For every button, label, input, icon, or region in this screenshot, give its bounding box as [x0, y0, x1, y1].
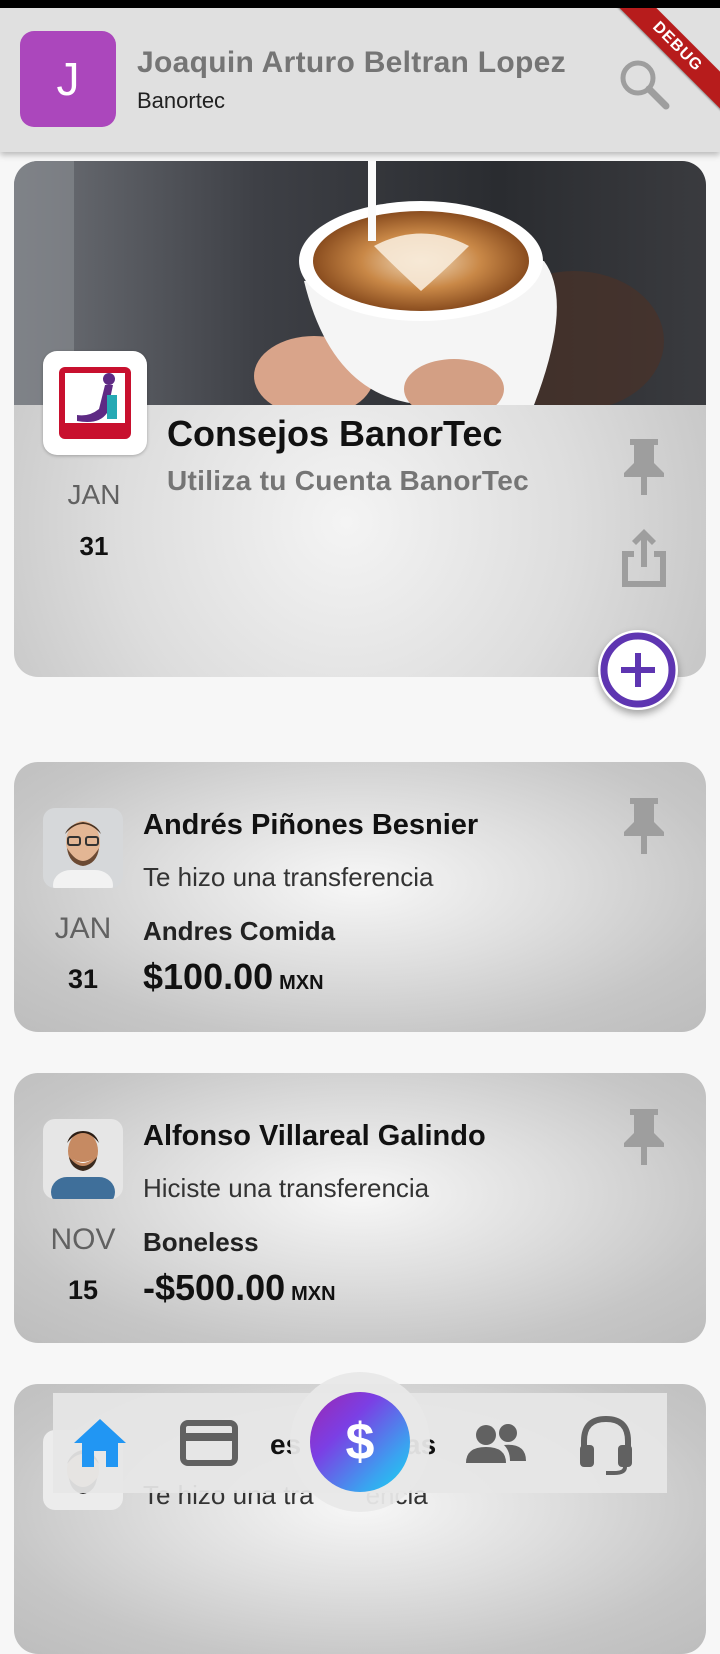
pin-icon	[624, 1109, 664, 1165]
promo-month: JAN	[67, 479, 121, 510]
nav-home[interactable]	[70, 1413, 130, 1473]
dollar-icon: $	[346, 1413, 375, 1471]
search-button[interactable]	[614, 54, 674, 114]
contact-photo	[43, 1119, 123, 1199]
promo-title: Consejos BanorTec	[167, 413, 503, 454]
search-icon	[620, 60, 670, 110]
promo-card[interactable]: Consejos BanorTec Utiliza tu Cuenta Bano…	[14, 161, 706, 677]
banorte-logo-icon	[59, 367, 131, 439]
add-icon	[600, 632, 676, 708]
people-icon	[466, 1424, 526, 1463]
transaction-card[interactable]: Alfonso Villareal Galindo Hiciste una tr…	[14, 1073, 706, 1343]
svg-text:$: $	[346, 1413, 375, 1471]
payments-button[interactable]: $	[310, 1392, 410, 1492]
amount-value: -$500.00	[143, 1267, 286, 1308]
avatar[interactable]: J	[20, 31, 116, 127]
app-bar: J Joaquin Arturo Beltran Lopez Banortec …	[0, 8, 720, 152]
nav-support[interactable]	[576, 1413, 636, 1475]
card-icon	[180, 1420, 238, 1466]
pin-button[interactable]	[622, 1107, 666, 1167]
transaction-action: Te hizo una transferencia	[143, 862, 434, 892]
contact-photo	[43, 808, 123, 888]
transaction-amount: $100.00 MXN	[143, 956, 324, 998]
transaction-action: Hiciste una transferencia	[143, 1173, 430, 1203]
transaction-month: JAN	[54, 912, 112, 945]
headset-icon	[580, 1415, 632, 1475]
transaction-day: 31	[67, 964, 99, 994]
transaction-concept: Andres Comida	[143, 916, 336, 946]
share-button[interactable]	[620, 527, 668, 589]
avatar-letter: J	[56, 53, 80, 105]
nav-cards[interactable]	[179, 1413, 239, 1473]
promo-day: 31	[79, 531, 109, 561]
transaction-day: 15	[67, 1275, 99, 1305]
contact-name: Andrés Piñones Besnier	[143, 809, 479, 841]
currency-code: MXN	[279, 972, 324, 994]
user-name: Joaquin Arturo Beltran Lopez	[137, 46, 566, 79]
transaction-card[interactable]: Andrés Piñones Besnier Te hizo una trans…	[14, 762, 706, 1032]
currency-code: MXN	[291, 1283, 336, 1305]
add-button[interactable]	[598, 630, 678, 710]
status-bar	[0, 0, 720, 8]
org-name: Banortec	[137, 88, 226, 113]
transaction-amount: -$500.00 MXN	[143, 1267, 336, 1309]
nav-contacts[interactable]	[464, 1413, 526, 1473]
contact-name: Alfonso Villareal Galindo	[143, 1120, 486, 1152]
home-icon	[74, 1419, 126, 1467]
share-icon	[622, 529, 666, 587]
transaction-month: NOV	[50, 1223, 116, 1256]
transaction-concept: Boneless	[143, 1227, 259, 1257]
pin-icon	[624, 798, 664, 854]
banorte-logo	[43, 351, 147, 455]
promo-subtitle: Utiliza tu Cuenta BanorTec	[167, 465, 529, 496]
pin-icon	[624, 439, 664, 495]
pin-button[interactable]	[622, 796, 666, 856]
pin-button[interactable]	[622, 437, 666, 497]
amount-value: $100.00	[143, 956, 274, 997]
